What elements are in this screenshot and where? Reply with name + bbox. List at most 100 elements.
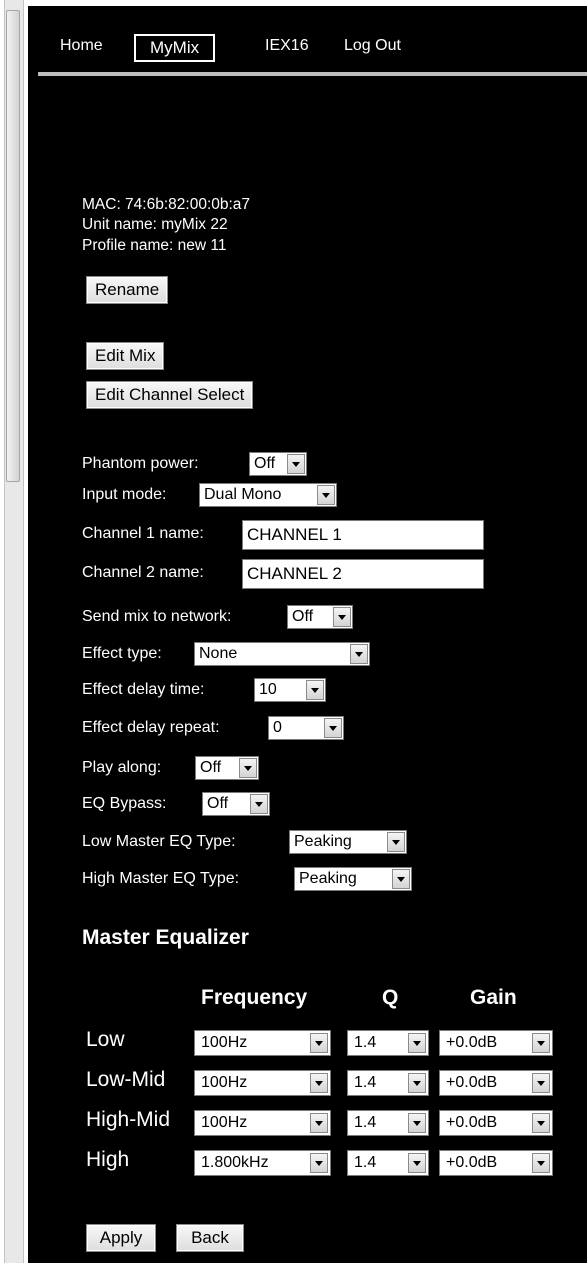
phantom-power-label: Phantom power: <box>82 455 199 472</box>
effect-delay-time-row: Effect delay time: 10 <box>82 676 562 704</box>
nav-home[interactable]: Home <box>60 32 103 60</box>
eq-high-q-value: 1.4 <box>354 1154 377 1171</box>
eq-low-mid-frequency-value: 100Hz <box>201 1074 248 1091</box>
effect-delay-repeat-select[interactable]: 0 <box>268 716 344 740</box>
mac-address: MAC: 74:6b:82:00:0b:a7 <box>82 196 251 213</box>
input-mode-select[interactable]: Dual Mono <box>199 483 337 507</box>
eq-low-q-value: 1.4 <box>354 1034 377 1051</box>
chevron-down-icon[interactable] <box>408 1113 426 1133</box>
rename-button[interactable]: Rename <box>86 276 169 304</box>
chevron-down-icon[interactable] <box>392 869 410 889</box>
master-equalizer-heading: Master Equalizer <box>82 926 249 949</box>
eq-high-mid-frequency-select[interactable]: 100Hz <box>194 1110 331 1136</box>
chevron-down-icon[interactable] <box>287 454 305 474</box>
send-mix-row: Send mix to network: Off <box>82 603 562 631</box>
effect-delay-repeat-value: 0 <box>273 719 282 736</box>
vertical-scrollbar[interactable] <box>0 0 28 1263</box>
eq-low-q-select[interactable]: 1.4 <box>347 1030 429 1056</box>
eq-band-high-mid-label: High-Mid <box>86 1108 171 1131</box>
chevron-down-icon[interactable] <box>324 718 342 738</box>
phantom-power-value: Off <box>254 455 276 472</box>
nav-log-out[interactable]: Log Out <box>344 32 401 60</box>
send-mix-value: Off <box>292 608 314 625</box>
input-mode-label: Input mode: <box>82 486 167 503</box>
chevron-down-icon[interactable] <box>310 1033 328 1053</box>
effect-delay-time-label: Effect delay time: <box>82 681 205 698</box>
chevron-down-icon[interactable] <box>532 1073 550 1093</box>
effect-type-label: Effect type: <box>82 645 162 662</box>
eq-low-mid-frequency-select[interactable]: 100Hz <box>194 1070 331 1096</box>
scrollbar-thumb[interactable] <box>6 10 20 482</box>
eq-high-mid-frequency-value: 100Hz <box>201 1114 248 1131</box>
eq-band-low-label: Low <box>86 1028 125 1051</box>
chevron-down-icon[interactable] <box>532 1153 550 1173</box>
high-master-eq-value: Peaking <box>299 870 357 887</box>
chevron-down-icon[interactable] <box>250 794 268 814</box>
effect-type-value: None <box>199 645 238 662</box>
gain-column-header: Gain <box>470 986 517 1009</box>
chevron-down-icon[interactable] <box>310 1113 328 1133</box>
play-along-select[interactable]: Off <box>195 756 259 780</box>
chevron-down-icon[interactable] <box>306 680 324 700</box>
edit-channel-select-button[interactable]: Edit Channel Select <box>86 381 254 409</box>
eq-low-frequency-value: 100Hz <box>201 1034 248 1051</box>
effect-delay-repeat-row: Effect delay repeat: 0 <box>82 714 562 742</box>
chevron-down-icon[interactable] <box>532 1033 550 1053</box>
back-button[interactable]: Back <box>176 1224 244 1252</box>
eq-high-mid-gain-value: +0.0dB <box>446 1114 498 1131</box>
phantom-power-select[interactable]: Off <box>249 452 307 476</box>
profile-name: Profile name: new 11 <box>82 237 227 254</box>
nav-iex16[interactable]: IEX16 <box>265 32 309 60</box>
channel-2-row: Channel 2 name: CHANNEL 2 <box>82 559 562 589</box>
eq-band-low-mid-label: Low-Mid <box>86 1068 166 1091</box>
eq-high-mid-q-select[interactable]: 1.4 <box>347 1110 429 1136</box>
send-mix-label: Send mix to network: <box>82 608 232 625</box>
effect-delay-time-select[interactable]: 10 <box>254 678 326 702</box>
play-along-row: Play along: Off <box>82 754 562 782</box>
channel-2-name-input[interactable]: CHANNEL 2 <box>242 559 484 589</box>
low-master-eq-select[interactable]: Peaking <box>289 830 407 854</box>
eq-high-frequency-select[interactable]: 1.800kHz <box>194 1150 331 1176</box>
eq-low-mid-q-select[interactable]: 1.4 <box>347 1070 429 1096</box>
chevron-down-icon[interactable] <box>532 1113 550 1133</box>
eq-bypass-select[interactable]: Off <box>202 792 270 816</box>
effect-delay-repeat-label: Effect delay repeat: <box>82 719 220 736</box>
eq-high-mid-gain-select[interactable]: +0.0dB <box>439 1110 553 1136</box>
chevron-down-icon[interactable] <box>310 1073 328 1093</box>
channel-1-name-input[interactable]: CHANNEL 1 <box>242 520 484 550</box>
eq-high-q-select[interactable]: 1.4 <box>347 1150 429 1176</box>
eq-low-mid-q-value: 1.4 <box>354 1074 377 1091</box>
edit-mix-button[interactable]: Edit Mix <box>86 342 165 370</box>
low-master-eq-label: Low Master EQ Type: <box>82 833 236 850</box>
eq-low-mid-gain-select[interactable]: +0.0dB <box>439 1070 553 1096</box>
eq-high-frequency-value: 1.800kHz <box>201 1154 269 1171</box>
eq-high-gain-select[interactable]: +0.0dB <box>439 1150 553 1176</box>
high-master-eq-select[interactable]: Peaking <box>294 867 412 891</box>
apply-button[interactable]: Apply <box>86 1224 156 1252</box>
chevron-down-icon[interactable] <box>239 758 257 778</box>
eq-low-frequency-select[interactable]: 100Hz <box>194 1030 331 1056</box>
eq-high-gain-value: +0.0dB <box>446 1154 498 1171</box>
chevron-down-icon[interactable] <box>408 1033 426 1053</box>
chevron-down-icon[interactable] <box>350 644 368 664</box>
effect-delay-time-value: 10 <box>259 681 277 698</box>
effect-type-select[interactable]: None <box>194 642 370 666</box>
main-panel: Home MyMix IEX16 Log Out MAC: 74:6b:82:0… <box>28 6 587 1263</box>
send-mix-select[interactable]: Off <box>287 605 353 629</box>
chevron-down-icon[interactable] <box>317 485 335 505</box>
eq-low-gain-value: +0.0dB <box>446 1034 498 1051</box>
channel-2-label: Channel 2 name: <box>82 564 204 581</box>
eq-low-gain-select[interactable]: +0.0dB <box>439 1030 553 1056</box>
chevron-down-icon[interactable] <box>387 832 405 852</box>
eq-bypass-row: EQ Bypass: Off <box>82 790 562 818</box>
channel-1-row: Channel 1 name: CHANNEL 1 <box>82 520 562 550</box>
chevron-down-icon[interactable] <box>333 607 351 627</box>
chevron-down-icon[interactable] <box>310 1153 328 1173</box>
nav-mymix[interactable]: MyMix <box>134 34 216 62</box>
input-mode-value: Dual Mono <box>204 486 282 503</box>
effect-type-row: Effect type: None <box>82 640 562 668</box>
q-column-header: Q <box>382 986 399 1009</box>
input-mode-row: Input mode: Dual Mono <box>82 481 562 509</box>
chevron-down-icon[interactable] <box>408 1073 426 1093</box>
chevron-down-icon[interactable] <box>408 1153 426 1173</box>
